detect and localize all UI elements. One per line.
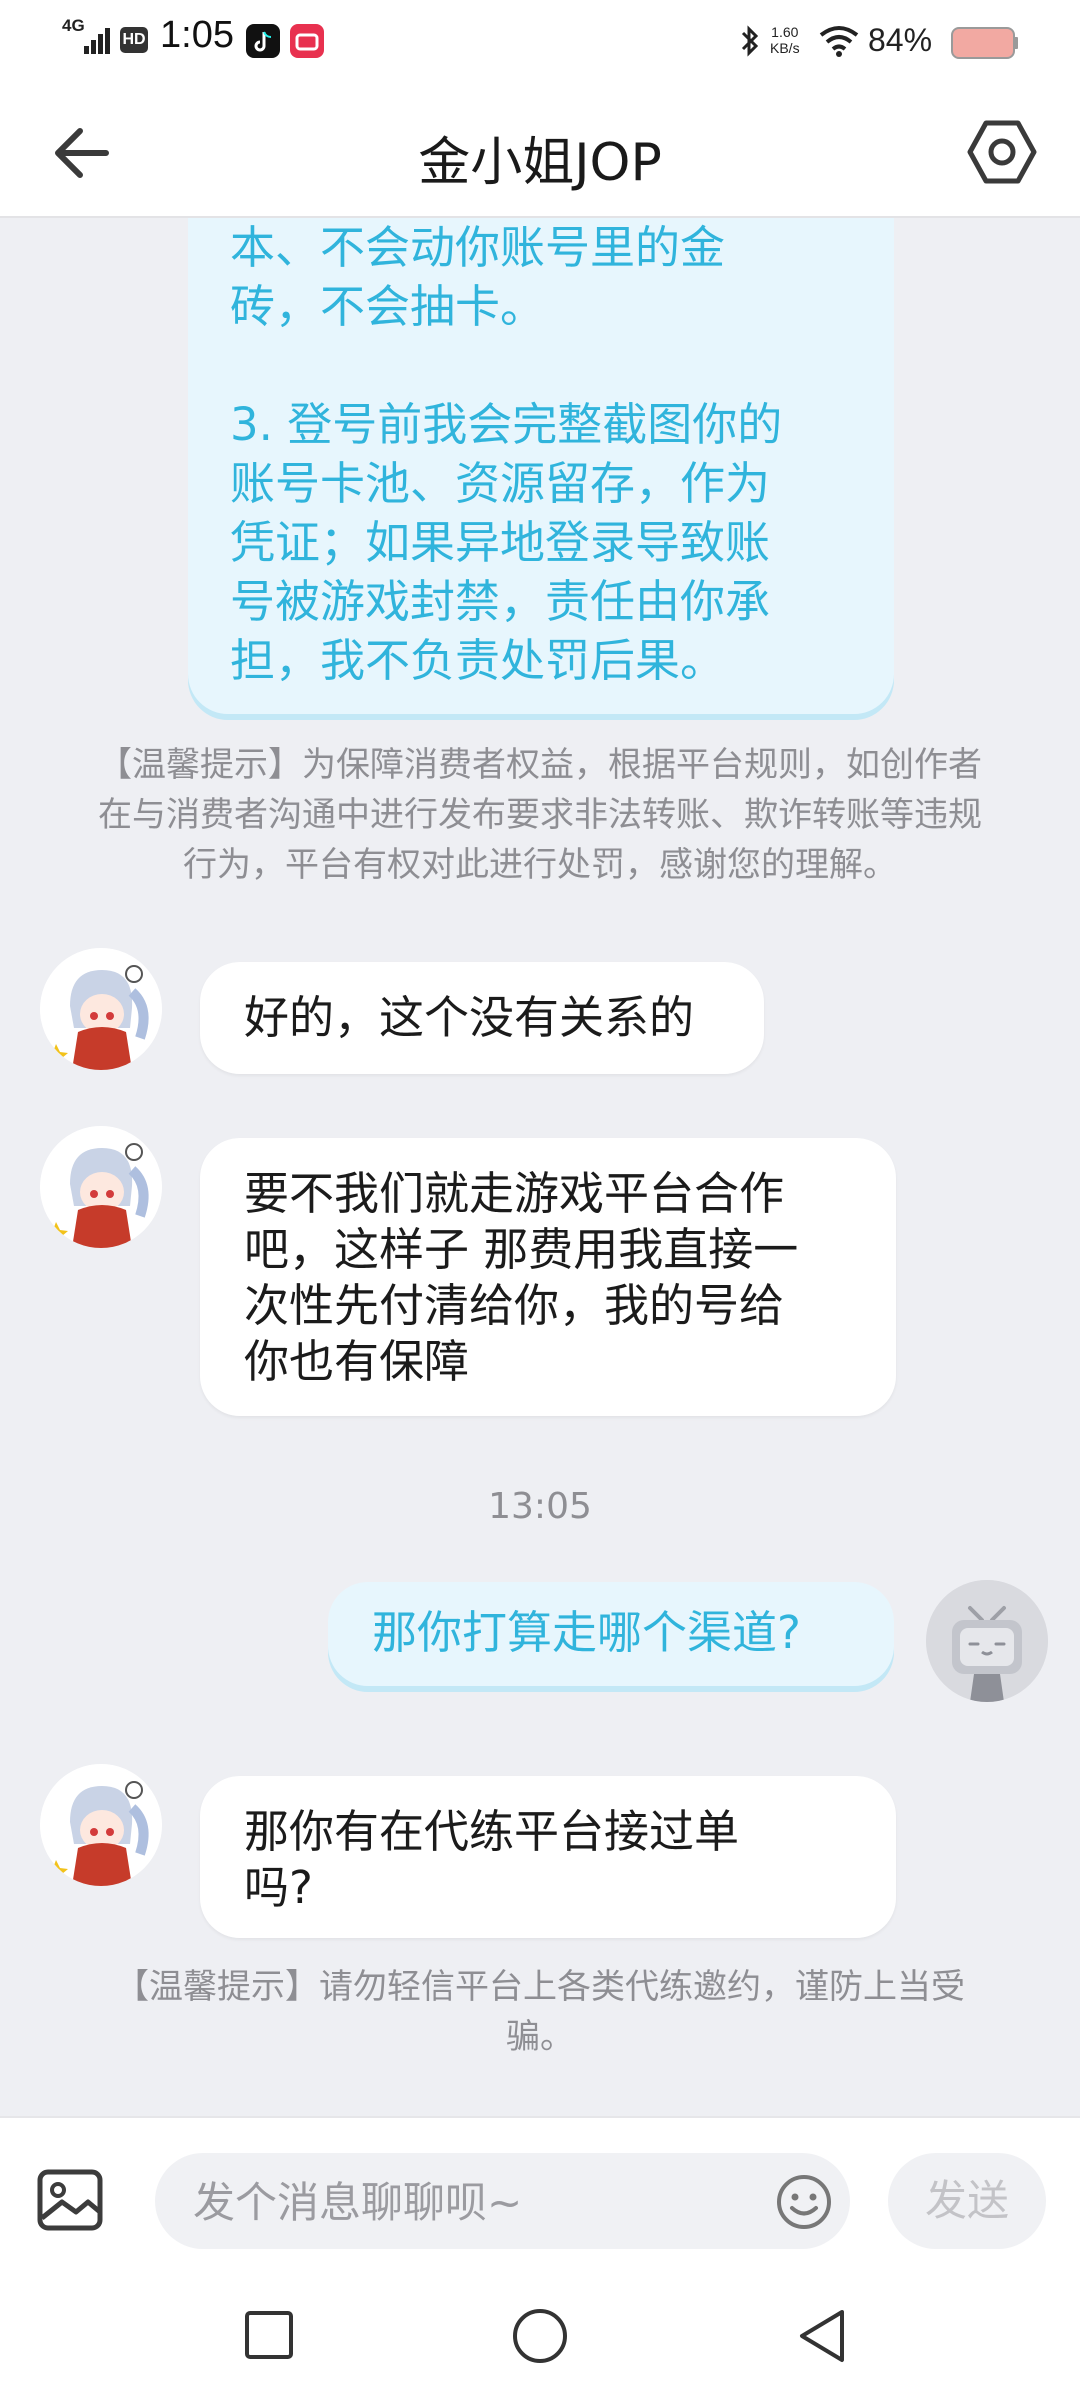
chat-header: 金小姐JOP — [0, 84, 1080, 218]
speed-unit: KB/s — [770, 40, 800, 56]
bluetooth-icon — [738, 24, 762, 58]
message-bubble-outgoing[interactable]: 那你打算走哪个渠道? — [328, 1582, 894, 1686]
message-line: 要不我们就走游戏平台合作 — [244, 1167, 785, 1220]
avatar-self[interactable] — [926, 1580, 1048, 1702]
settings-button[interactable] — [964, 114, 1040, 190]
message-line: 砖，不会抽卡。 — [230, 280, 546, 333]
tip-line: 【温馨提示】请勿轻信平台上各类代练邀约，谨防上当受 — [115, 1967, 965, 2007]
message-line: 吗? — [244, 1861, 313, 1914]
message-line: 担，我不负责处罚后果。 — [230, 634, 726, 687]
message-text: 好的，这个没有关系的 — [244, 991, 695, 1044]
message-input[interactable] — [191, 2171, 715, 2233]
system-tip: 【温馨提示】请勿轻信平台上各类代练邀约，谨防上当受 骗。 — [70, 1962, 1010, 2062]
avatar[interactable] — [40, 948, 162, 1070]
circle-icon — [513, 2309, 567, 2363]
message-bubble-incoming[interactable]: 好的，这个没有关系的 — [200, 962, 764, 1074]
status-time: 1:05 — [160, 14, 234, 56]
avatar[interactable] — [40, 1764, 162, 1886]
anime-avatar-icon — [40, 948, 162, 1070]
avatar[interactable] — [40, 1126, 162, 1248]
message-line: 次性先付清给你，我的号给 — [244, 1279, 785, 1332]
message-bubble-incoming[interactable]: 要不我们就走游戏平台合作 吧，这样子 那费用我直接一 次性先付清给你，我的号给 … — [200, 1138, 896, 1416]
hexagon-settings-icon — [967, 120, 1037, 184]
system-tip: 【温馨提示】为保障消费者权益，根据平台规则，如创作者 在与消费者沟通中进行发布要… — [40, 740, 1040, 890]
message-line: 3. 登号前我会完整截图你的 — [230, 398, 783, 451]
wifi-icon — [818, 24, 860, 58]
chat-title: 金小姐JOP — [418, 133, 662, 193]
battery-icon — [950, 22, 1020, 62]
message-line: 本、不会动你账号里的金 — [230, 221, 726, 274]
shop-app-icon — [290, 24, 324, 58]
message-bubble-outgoing[interactable]: 本、不会动你账号里的金 砖，不会抽卡。 3. 登号前我会完整截图你的 账号卡池、… — [188, 218, 894, 714]
image-icon — [37, 2169, 103, 2231]
back-button[interactable] — [48, 118, 118, 188]
image-picker-button[interactable] — [34, 2166, 108, 2236]
send-button[interactable]: 发送 — [888, 2153, 1046, 2249]
emoji-icon — [777, 2175, 831, 2229]
message-input-bar: 发送 — [0, 2116, 1080, 2278]
emoji-button[interactable] — [775, 2173, 833, 2231]
status-bar: 4G HD 1:05 1.60 KB/s 84% — [0, 0, 1080, 84]
triangle-back-icon — [800, 2310, 844, 2362]
recent-apps-button[interactable] — [242, 2308, 298, 2364]
hd-badge: HD — [120, 27, 148, 53]
network-speed: 1.60 KB/s — [770, 24, 800, 56]
battery-percent: 84% — [868, 22, 933, 58]
anime-avatar-icon — [40, 1126, 162, 1248]
message-text: 那你打算走哪个渠道? — [372, 1606, 801, 1659]
network-type: 4G — [62, 16, 85, 35]
message-input-container — [155, 2153, 850, 2249]
message-line: 吧，这样子 那费用我直接一 — [244, 1223, 799, 1276]
back-nav-button[interactable] — [794, 2306, 850, 2366]
tip-line: 骗。 — [506, 2017, 574, 2057]
message-bubble-incoming[interactable]: 那你有在代练平台接过单 吗? — [200, 1776, 896, 1938]
message-line — [230, 336, 852, 395]
tip-line: 【温馨提示】为保障消费者权益，根据平台规则，如创作者 — [98, 745, 982, 785]
timestamp: 13:05 — [488, 1486, 592, 1527]
arrow-left-icon — [55, 128, 109, 178]
message-line: 凭证；如果异地登录导致账 — [230, 516, 771, 569]
message-line: 那你有在代练平台接过单 — [244, 1805, 740, 1858]
speed-value: 1.60 — [771, 24, 799, 40]
tv-mascot-icon — [926, 1580, 1048, 1702]
tip-line: 在与消费者沟通中进行发布要求非法转账、欺诈转账等违规 — [98, 795, 982, 835]
system-nav-bar — [0, 2276, 1080, 2400]
message-line: 账号卡池、资源留存，作为 — [230, 457, 771, 510]
tiktok-app-icon — [246, 24, 280, 58]
home-button[interactable] — [510, 2306, 570, 2366]
tip-line: 行为，平台有权对此进行处罚，感谢您的理解。 — [183, 845, 897, 885]
square-icon — [245, 2311, 293, 2359]
anime-avatar-icon — [40, 1764, 162, 1886]
chat-area[interactable]: 本、不会动你账号里的金 砖，不会抽卡。 3. 登号前我会完整截图你的 账号卡池、… — [0, 218, 1080, 2116]
message-line: 你也有保障 — [244, 1335, 470, 1388]
message-line: 号被游戏封禁，责任由你承 — [230, 575, 771, 628]
